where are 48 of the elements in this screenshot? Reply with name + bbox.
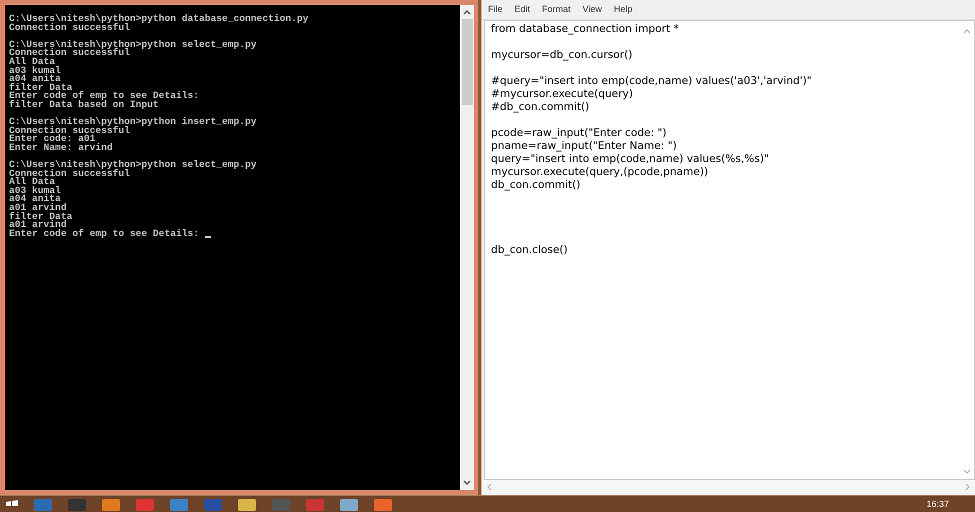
app-icon[interactable] <box>68 499 86 511</box>
console-line: All Data <box>9 178 56 187</box>
text-cursor <box>204 236 211 238</box>
console-line: C:\Users\nitesh\python>python database_connection.py <box>9 15 308 24</box>
menu-item[interactable]: Edit <box>514 2 530 16</box>
console-line: Connection successful <box>9 49 130 58</box>
console-line: Connection successful <box>9 170 130 178</box>
console-line: C:\Users\nitesh\python>python select_emp.py <box>9 161 257 170</box>
menu-item[interactable]: Help <box>614 2 632 16</box>
app-icon[interactable] <box>170 499 188 511</box>
console-line: Enter Name: arvind <box>9 144 113 152</box>
menu-item[interactable]: View <box>582 2 602 16</box>
menu-item[interactable]: File <box>488 2 503 16</box>
app-icon[interactable] <box>272 499 290 511</box>
console-line: a04 anita <box>9 75 61 84</box>
scrollbar[interactable] <box>460 5 474 490</box>
console-line: C:\Users\nitesh\python>python insert_emp.py <box>9 118 257 127</box>
console-line: Enter code of emp to see Details: <box>9 92 199 101</box>
console-line: a04 anita <box>9 195 61 204</box>
app-icon[interactable] <box>204 499 222 511</box>
app-icon[interactable] <box>374 499 392 511</box>
console-line: a03 kumal <box>9 186 61 196</box>
scroll-up-icon[interactable] <box>463 9 471 15</box>
console-line: Connection successful <box>9 126 130 136</box>
console-line: a03 kumal <box>9 66 61 76</box>
app-icon[interactable] <box>136 499 154 511</box>
menu-item[interactable]: Format <box>542 2 571 16</box>
console-line: filter Data based on Input <box>9 100 159 110</box>
console-line: filter Data <box>9 212 72 222</box>
horizontal-scrollbar[interactable] <box>482 480 975 493</box>
console-line: Connection successful <box>9 24 130 32</box>
app-icon[interactable] <box>238 499 256 511</box>
console-line: filter Data <box>9 84 72 92</box>
app-icon[interactable] <box>340 499 358 511</box>
app-icon[interactable] <box>306 499 324 511</box>
console-line: C:\Users\nitesh\python>python select_emp.py <box>9 40 257 50</box>
console-line: Enter code: a01 <box>9 135 96 144</box>
app-icon[interactable] <box>102 499 120 511</box>
clock: 16:37 <box>926 498 949 511</box>
scroll-down-icon[interactable] <box>463 480 471 486</box>
app-icon[interactable] <box>34 499 52 511</box>
scroll-right-icon[interactable] <box>965 482 971 490</box>
scroll-left-icon[interactable] <box>486 482 492 490</box>
console-line: a01 arvind <box>9 221 67 230</box>
console-line: a01 arvind <box>9 204 67 213</box>
console-line: Enter code of emp to see Details: <box>9 230 200 238</box>
scrollbar-thumb[interactable] <box>462 19 472 105</box>
console-line: All Data <box>9 58 56 67</box>
